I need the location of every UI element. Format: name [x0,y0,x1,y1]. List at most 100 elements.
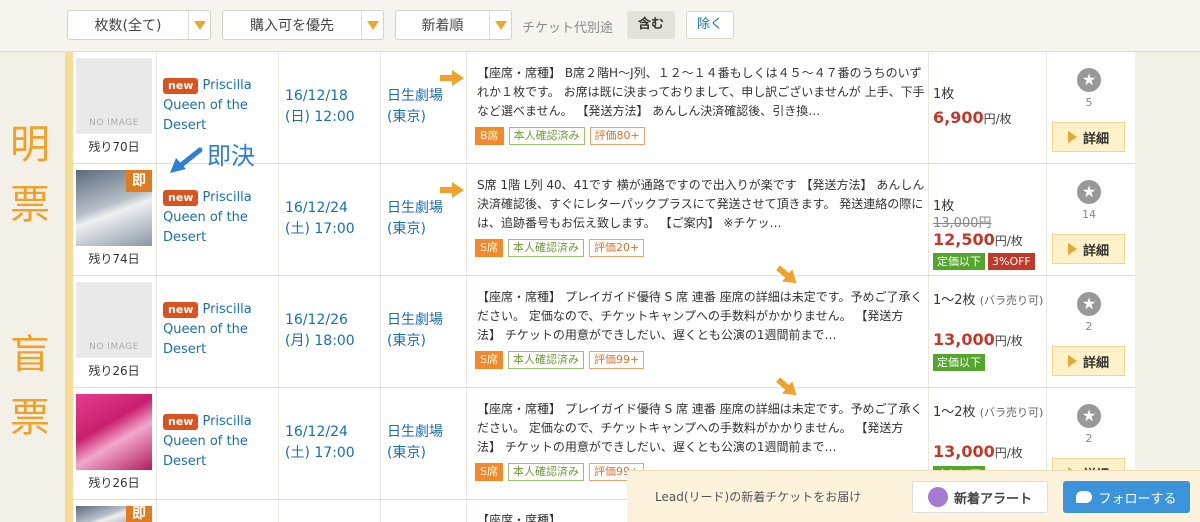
follow-bar: Lead(リード)の新着チケットをお届け 新着アラート フォローする [627,470,1200,522]
listing-image[interactable]: 即 [76,506,152,522]
chevron-down-icon [489,11,511,39]
quantity: 1～2枚 (バラ売り可) [933,404,1045,422]
listing-row[interactable]: NO IMAGE 残り26日 new Priscilla Queen of the… [73,276,1135,388]
instant-annotation-label: 即決 [207,142,255,170]
discount-badge: 3%OFF [988,253,1035,270]
detail-button[interactable]: 詳細 [1052,346,1125,376]
play-icon [1067,355,1077,367]
event-datetime: 16/12/18 (日) 12:00 [285,86,355,128]
venue-name: 日生劇場 [387,200,443,216]
verified-tag: 本人確認済み [508,127,585,145]
priority-filter-select[interactable]: 購入可を優先 [222,10,384,40]
follow-bar-text: Lead(リード)の新着チケットをお届け [655,490,862,504]
new-alert-label: 新着アラート [953,491,1032,507]
venue-link[interactable]: 日生劇場 (東京) [387,422,443,464]
original-price: 13,000円 [933,216,992,231]
below-face-value-badge: 定価以下 [933,354,985,371]
twitter-follow-button[interactable]: フォローする [1063,481,1190,513]
verified-tag: 本人確認済み [507,463,584,481]
thumb-cell: 残り26日 [73,388,157,499]
favorite-star-icon[interactable]: ★ [1077,180,1101,204]
event-time: (日) 12:00 [285,109,355,125]
new-badge: new [163,302,199,318]
listing-row[interactable]: 即 残り74日 new Priscilla Queen of the Desert… [73,164,1135,276]
venue-city: (東京) [387,221,426,237]
listing-image[interactable]: NO IMAGE [76,58,152,134]
event-title-link[interactable]: new Priscilla Queen of the Desert [163,412,275,472]
include-fee-button[interactable]: 含む [627,11,675,39]
event-title-link[interactable]: new Priscilla Queen of the Desert [163,188,275,248]
event-datetime: 16/12/24 (土) 17:00 [285,422,355,464]
event-title-link[interactable]: new Priscilla Queen of the Desert [163,300,275,360]
venue-link[interactable]: 日生劇場 (東京) [387,310,443,352]
favorite-count: 14 [1082,208,1096,221]
event-time: (土) 17:00 [285,445,355,461]
event-date: 16/12/24 [285,200,348,216]
count-filter-select[interactable]: 枚数(全て) [67,10,211,40]
instant-badge: 即 [126,506,152,522]
rating-tag: 評価80+ [589,127,645,145]
favorite-count: 5 [1085,96,1093,109]
side-label-char: 票 [10,395,50,441]
event-datetime: 16/12/26 (月) 18:00 [285,310,355,352]
chevron-down-icon [361,11,383,39]
favorite-star-icon[interactable]: ★ [1077,68,1101,92]
venue-name: 日生劇場 [387,88,443,104]
listing-tags: B席 本人確認済み 評価80+ [475,127,645,145]
quantity-value: 1～2枚 [933,405,976,420]
quantity-note: (バラ売り可) [979,294,1044,307]
remaining-days: 残り26日 [88,476,140,490]
thumb-cell: NO IMAGE 残り26日 [73,276,157,387]
favorite-count: 2 [1085,432,1093,445]
detail-button[interactable]: 詳細 [1052,122,1125,152]
venue-link[interactable]: 日生劇場 (東京) [387,86,443,128]
new-badge: new [163,190,199,206]
price-badges: 定価以下 [933,354,985,371]
listing-description[interactable]: S席 1階 L列 40、41です 横が通路ですので出入りが楽です 【発送方法】 … [477,176,925,233]
venue-city: (東京) [387,333,426,349]
listing-description[interactable]: 【座席・席種】 B席２階H～J列、１２～１４番もしくは４５～４７番のうちのいずれ… [477,64,925,121]
rating-tag: 評価20+ [588,239,645,257]
detail-button[interactable]: 詳細 [1052,234,1125,264]
filter-toolbar: 枚数(全て) 購入可を優先 新着順 チケット代別途 含む 除く [0,0,1200,52]
event-datetime: 16/12/24 (土) 17:00 [285,198,355,240]
below-face-value-badge: 定価以下 [933,253,985,270]
event-date: 16/12/24 [285,424,348,440]
new-badge: new [163,78,199,94]
listing-image[interactable]: NO IMAGE [76,282,152,358]
thumb-cell: 即 残り74日 [73,164,157,275]
event-date: 16/12/18 [285,88,348,104]
date-cell [279,500,381,522]
thumb-cell: NO IMAGE 残り70日 [73,52,157,163]
follow-label: フォローする [1098,491,1177,507]
listing-description[interactable]: 【座席・席種】 プレイガイド優待 S 席 連番 座席の詳細は未定です。予めご了承… [477,400,925,457]
listing-image[interactable] [76,394,152,470]
favorite-star-icon[interactable]: ★ [1077,292,1101,316]
chevron-down-icon [188,11,210,39]
side-label-char: 盲 [10,332,50,378]
listing-tags: S席 本人確認済み 評価99+ [475,463,645,481]
listing-description[interactable]: 【座席・席種】 プレイガイド優待 S 席 連番 座席の詳細は未定です。予めご了承… [477,288,925,345]
price: 12,500円/枚 [933,230,1023,249]
remaining-days: 残り74日 [88,252,140,266]
sort-label: 新着順 [421,18,464,34]
exclude-fee-button[interactable]: 除く [686,11,734,39]
venue-link[interactable]: 日生劇場 (東京) [387,198,443,240]
remaining-days: 残り26日 [88,364,140,378]
new-alert-button[interactable]: 新着アラート [912,481,1048,513]
count-filter-label: 枚数(全て) [94,18,162,34]
verified-tag: 本人確認済み [507,351,584,369]
instant-badge: 即 [126,170,152,192]
rating-tag: 評価99+ [588,351,645,369]
listing-image[interactable]: 即 [76,170,152,246]
price-value: 13,000 [933,442,995,461]
price-value: 12,500 [933,230,995,249]
event-title-link[interactable]: new Priscilla Queen of the Desert [163,76,275,136]
sort-select[interactable]: 新着順 [395,10,512,40]
favorite-star-icon[interactable]: ★ [1077,404,1101,428]
quantity-value: 1～2枚 [933,293,976,308]
seat-tag: B席 [475,127,504,145]
price-unit: 円/枚 [994,446,1023,460]
seat-tag: S席 [475,351,503,369]
priority-filter-label: 購入可を優先 [250,18,334,34]
